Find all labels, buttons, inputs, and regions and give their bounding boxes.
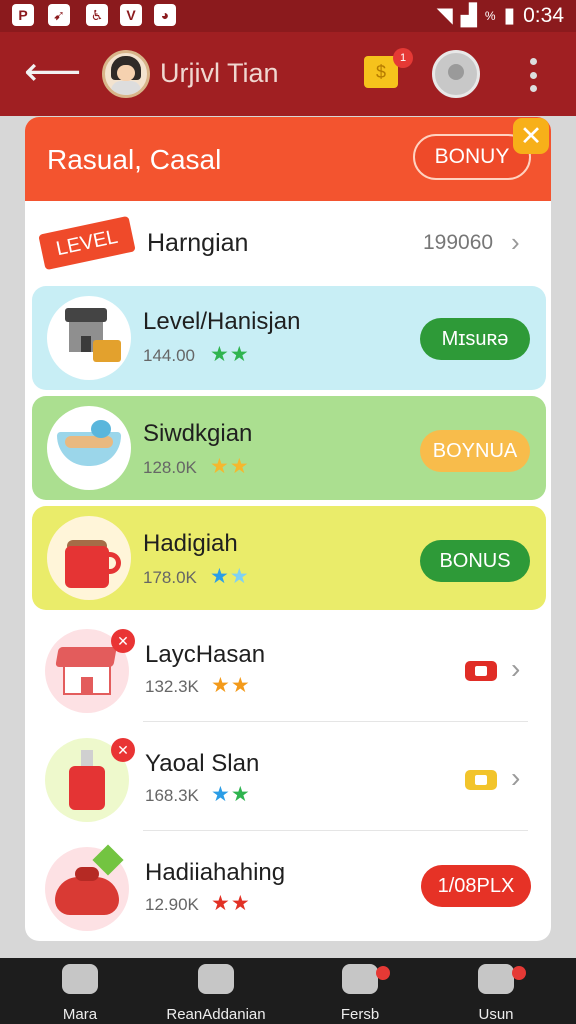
star-rating: ★★ (210, 564, 250, 589)
shop-badge: 1 (393, 48, 413, 68)
star-rating: ★★ (211, 891, 251, 916)
star-icon: ★ (230, 674, 251, 697)
star-rating: ★★ (211, 782, 251, 807)
level-row[interactable]: LEVEL Harngian 199060 › (25, 201, 551, 285)
nav-label: Mara (62, 1006, 98, 1023)
modal-title: Rasual, Casal (47, 144, 222, 175)
badge-icon: ✕ (111, 629, 135, 653)
user-icon (478, 964, 514, 994)
app-bar: ⟵ Urjivl Tian $ 1 (0, 32, 576, 116)
status-icon-circle: ◕ (154, 4, 176, 26)
home-icon (62, 964, 98, 994)
shop-building-icon (47, 296, 131, 380)
notification-dot (512, 966, 526, 980)
chevron-right-icon: › (511, 227, 520, 257)
star-icon: ★ (211, 674, 231, 697)
star-icon: ★ (210, 565, 230, 588)
item-action-button[interactable]: Mɪsuʀə (420, 318, 530, 360)
nav-item-friends[interactable]: ReanAddanian (144, 964, 288, 1024)
mug-icon (47, 516, 131, 600)
nav-item-home[interactable]: Mara (8, 964, 152, 1024)
list-item[interactable]: Hadigiah 178.0K ★★ BONUS (32, 506, 546, 610)
level-value: 199060 (423, 231, 494, 254)
chevron-right-icon: › (511, 653, 521, 684)
item-count: 128.0K (143, 458, 197, 477)
signal-label: % (484, 8, 496, 23)
list-item[interactable]: Siwdkgian 128.0K ★★ BOYNUA (32, 396, 546, 500)
level-badge: LEVEL (38, 215, 136, 271)
item-count: 178.0K (143, 568, 197, 587)
bottom-nav: Mara ReanAddanian Fersb Usun (0, 958, 576, 1024)
house-icon: ✕ (45, 629, 135, 713)
bottle-icon: ✕ (45, 738, 135, 822)
item-count: 144.00 (143, 346, 195, 365)
soup-bowl-icon (47, 406, 131, 490)
nav-label: ReanAddanian (166, 1006, 266, 1023)
profile-button[interactable] (432, 50, 480, 98)
back-arrow-icon[interactable]: ⟵ (24, 52, 81, 92)
star-icon: ★ (211, 783, 231, 806)
star-icon: ★ (210, 455, 230, 478)
chevron-right-icon: › (511, 762, 521, 793)
divider (143, 830, 528, 831)
more-menu-icon[interactable] (528, 58, 538, 92)
app-title: Urjivl Tian (160, 58, 279, 88)
star-rating: ★★ (211, 673, 251, 698)
badge-icon: ✕ (111, 738, 135, 762)
star-icon: ★ (211, 892, 231, 915)
item-name: Siwdkgian (143, 420, 253, 447)
teapot-icon (45, 844, 129, 931)
modal-header: Rasual, Casal BONUY (25, 117, 551, 201)
clock: 0:34 (523, 3, 564, 27)
list-item[interactable]: ✕ LaycHasan 132.3K ★★ › (25, 617, 551, 725)
item-name: Hadiiahahing (145, 859, 286, 886)
star-icon: ★ (210, 343, 230, 366)
star-icon: ★ (230, 892, 251, 915)
item-name: LaycHasan (145, 641, 266, 668)
status-bar: P ➹ ♿ V ◕ ◥ ▟ % ▮ 0:34 (0, 0, 576, 32)
item-name: Level/Hanisjan (143, 308, 301, 335)
nav-label: Fersb (340, 1006, 380, 1023)
status-icon-arrow: ➹ (48, 4, 70, 26)
status-icon-p: P (12, 4, 34, 26)
star-icon: ★ (229, 565, 250, 588)
list-item[interactable]: Level/Hanisjan 144.00 ★★ Mɪsuʀə (32, 286, 546, 390)
item-count: 12.90K (145, 895, 199, 914)
item-name: Hadigiah (143, 530, 238, 557)
signal-icon: ▟ (460, 4, 477, 27)
item-count: 132.3K (145, 677, 199, 696)
battery-icon: ▮ (503, 4, 516, 27)
level-name: Harngian (147, 229, 249, 257)
video-badge-icon (465, 770, 497, 790)
gift-icon (342, 964, 378, 994)
star-rating: ★★ (210, 454, 250, 479)
star-icon: ★ (229, 343, 250, 366)
item-action-button[interactable]: BOYNUA (420, 430, 530, 472)
item-action-button[interactable]: BONUS (420, 540, 530, 582)
video-badge-icon (465, 661, 497, 681)
status-icon-accessibility: ♿ (86, 4, 108, 26)
item-name: Yaoal Slan (145, 750, 260, 777)
star-icon: ★ (230, 783, 251, 806)
avatar[interactable] (102, 50, 150, 98)
pet-icon (198, 964, 234, 994)
star-icon: ★ (229, 455, 250, 478)
wifi-icon: ◥ (436, 4, 453, 27)
nav-label: Usun (478, 1006, 514, 1023)
divider (143, 721, 528, 722)
star-rating: ★★ (210, 342, 250, 367)
list-item[interactable]: ✕ Yaoal Slan 168.3K ★★ › (25, 726, 551, 834)
notification-dot (376, 966, 390, 980)
rewards-modal: Rasual, Casal BONUY LEVEL Harngian 19906… (25, 117, 551, 941)
nav-item-rewards[interactable]: Fersb (288, 964, 432, 1024)
list-item[interactable]: Hadiiahahing 12.90K ★★ 1/08PLX (25, 835, 551, 941)
status-icon-v: V (120, 4, 142, 26)
nav-item-user[interactable]: Usun (424, 964, 568, 1024)
item-count: 168.3K (145, 786, 199, 805)
item-action-button[interactable]: 1/08PLX (421, 865, 531, 907)
close-icon[interactable]: ✕ (513, 118, 549, 154)
